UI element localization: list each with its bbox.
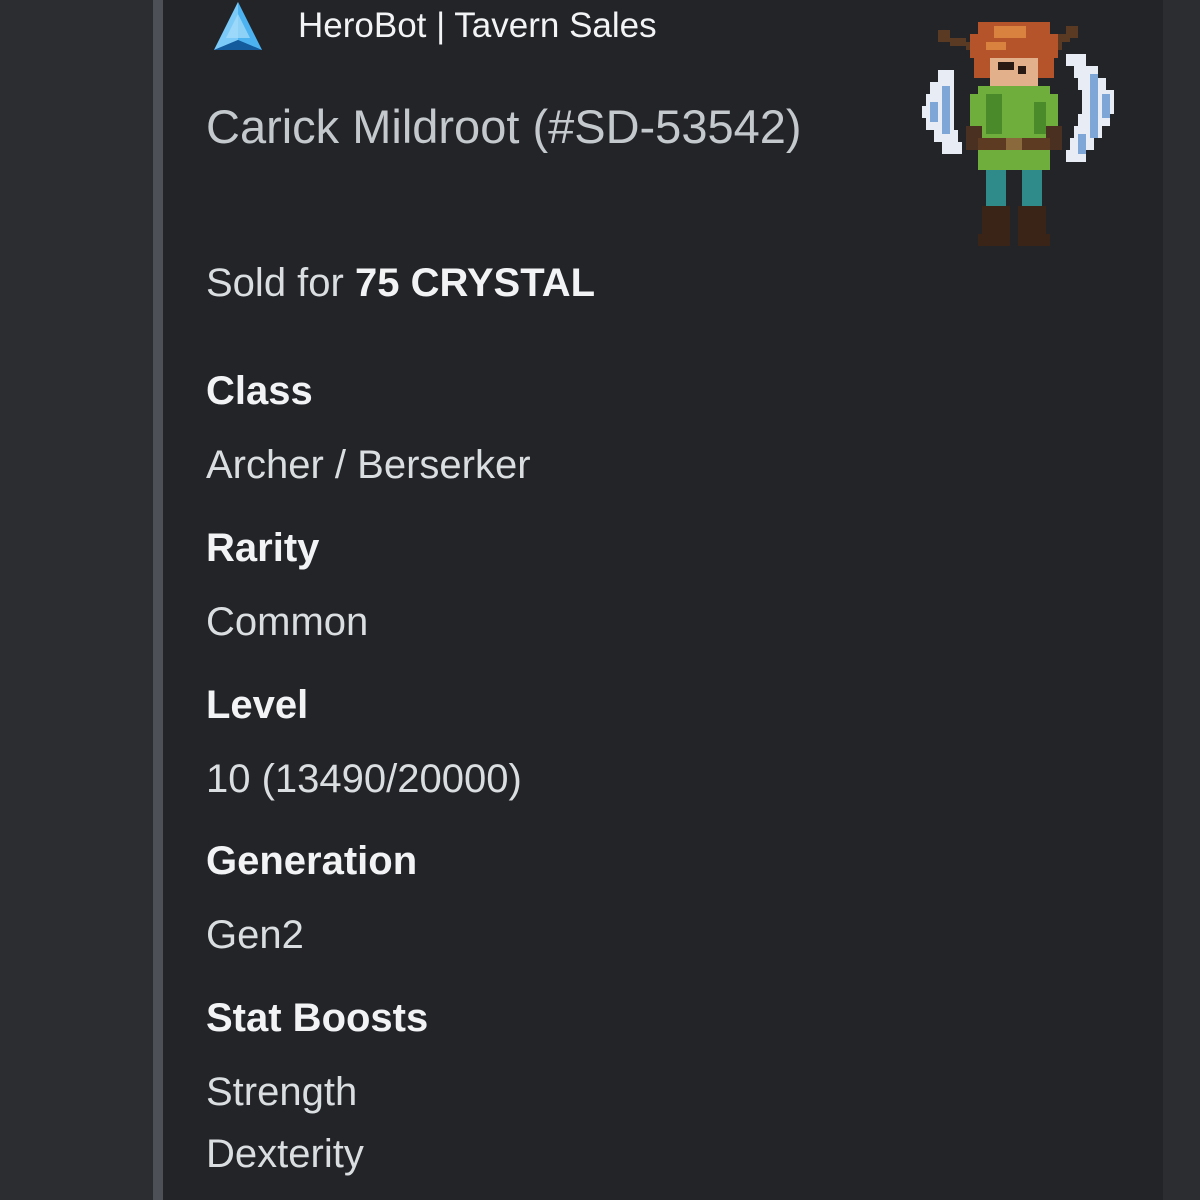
field-value-rarity: Common xyxy=(206,600,369,644)
field-value-stat-boost-2: Dexterity xyxy=(206,1132,364,1176)
field-name-class: Class xyxy=(206,369,313,413)
embed-author-name[interactable]: HeroBot | Tavern Sales xyxy=(298,2,657,50)
field-value-generation: Gen2 xyxy=(206,913,304,957)
embed-title: Carick Mildroot (#SD-53542) xyxy=(206,100,802,153)
field-name-stat-boosts: Stat Boosts xyxy=(206,996,429,1040)
crystal-triangle-icon xyxy=(214,2,262,50)
field-name-rarity: Rarity xyxy=(206,526,320,570)
hero-thumbnail-image[interactable] xyxy=(922,14,1114,254)
field-name-level: Level xyxy=(206,683,309,727)
field-value-class: Archer / Berserker xyxy=(206,443,531,487)
field-name-generation: Generation xyxy=(206,839,418,883)
sale-price-line: Sold for 75 CRYSTAL xyxy=(206,256,595,310)
sale-price-prefix: Sold for xyxy=(206,261,344,305)
embed-accent-bar xyxy=(153,0,163,1200)
field-value-stat-boost-1: Strength xyxy=(206,1070,358,1114)
sale-price-amount: 75 CRYSTAL xyxy=(354,261,596,305)
field-value-level: 10 (13490/20000) xyxy=(206,757,522,801)
discord-message-view: HeroBot | Tavern Sales Carick Mildroot (… xyxy=(0,0,1200,1200)
